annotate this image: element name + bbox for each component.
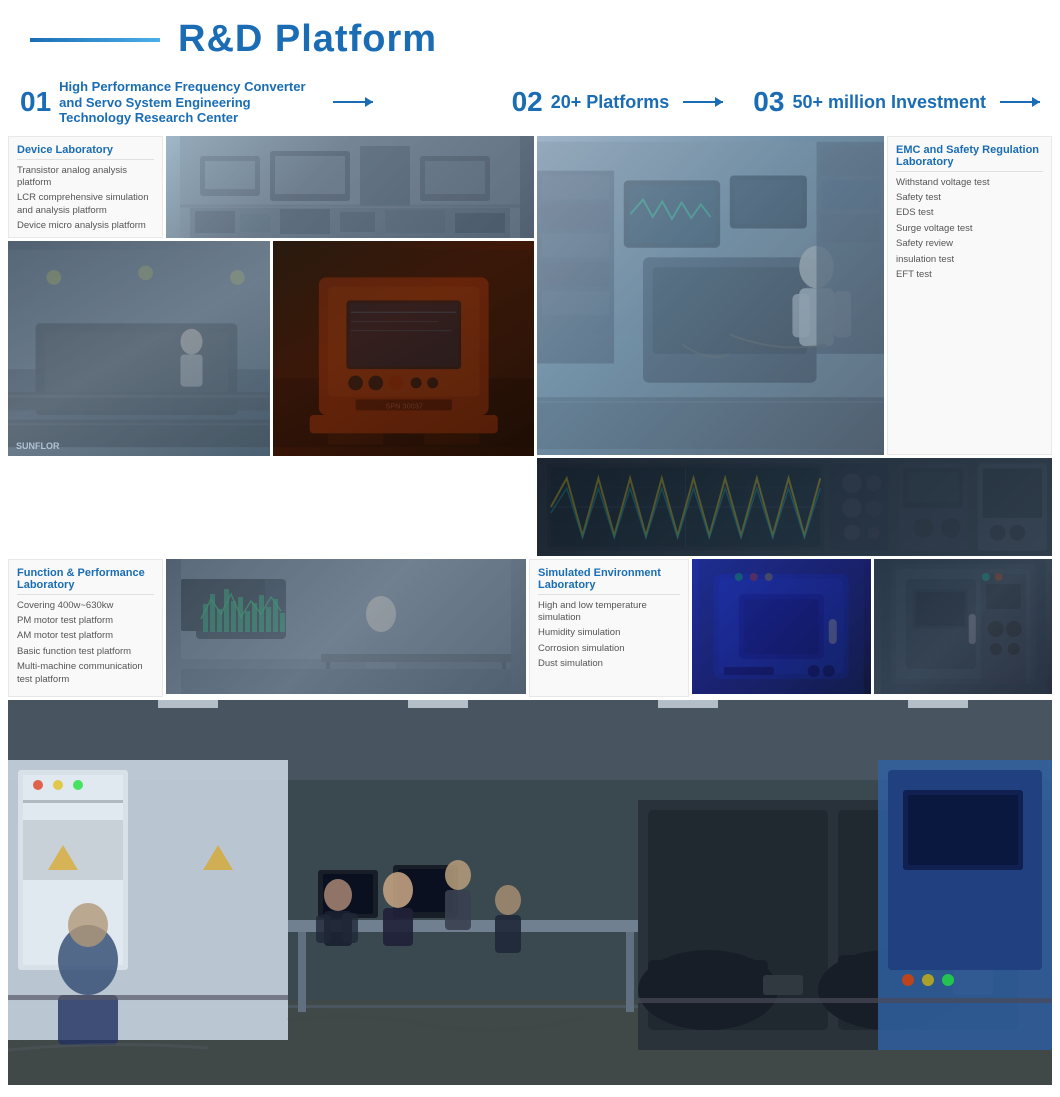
large-lab-image: [537, 136, 884, 455]
sim-lab-title: Simulated Environment Laboratory: [538, 567, 680, 595]
sim-item-2: Humidity simulation: [538, 627, 680, 639]
emc-item-2: Safety test: [896, 192, 1043, 204]
emc-lab-title: EMC and Safety Regulation Laboratory: [896, 144, 1043, 172]
section-num-1: 01: [20, 88, 51, 116]
section-label-2: 20+ Platforms: [551, 92, 670, 114]
section-num-3: 03: [753, 88, 784, 116]
device-lab-item-3: Device micro analysis platform: [17, 220, 154, 232]
sim-chamber1-svg: [692, 559, 871, 694]
oscilloscope-svg: [537, 458, 1052, 556]
machine2-svg: SPN 30037: [273, 241, 535, 456]
func-item-4: Basic function test platform: [17, 646, 154, 658]
func-lab-svg: [166, 559, 526, 694]
main-layout: Device Laboratory Transistor analog anal…: [0, 136, 1060, 1085]
func-item-1: Covering 400w~630kw: [17, 600, 154, 612]
section-top: Device Laboratory Transistor analog anal…: [8, 136, 1052, 556]
page-wrapper: R&D Platform 01 High Performance Frequen…: [0, 0, 1060, 1085]
header-line-decoration: [30, 38, 160, 42]
section-arrow-1: [333, 97, 373, 107]
oscilloscope-image: [537, 458, 1052, 556]
section-bar: 01 High Performance Frequency Converter …: [0, 71, 1060, 136]
sim-chamber1-image: [692, 559, 871, 694]
func-item-2: PM motor test platform: [17, 615, 154, 627]
func-item-3: AM motor test platform: [17, 630, 154, 642]
section-arrow-2: [683, 97, 723, 107]
func-lab-title: Function & Performance Laboratory: [17, 567, 154, 595]
func-lab-panel: Function & Performance Laboratory Coveri…: [8, 559, 163, 697]
device-lab-image: [166, 136, 534, 238]
func-lab-image: [166, 559, 526, 694]
svg-text:SPN 30037: SPN 30037: [385, 401, 422, 410]
top-left-col: Device Laboratory Transistor analog anal…: [8, 136, 534, 556]
sim-chamber2-image: [874, 559, 1053, 694]
device-lab-item-2: LCR comprehensive simulation and analysi…: [17, 192, 154, 217]
section-num-2: 02: [512, 88, 543, 116]
top-row: Device Laboratory Transistor analog anal…: [8, 136, 534, 238]
sim-chamber2-svg: [874, 559, 1053, 694]
section-item-3: 03 50+ million Investment: [753, 79, 1040, 126]
sim-item-4: Dust simulation: [538, 658, 680, 670]
sim-item-3: Corrosion simulation: [538, 643, 680, 655]
machine1-image: SUNFLOR: [8, 241, 270, 456]
sim-lab-images: [692, 559, 1052, 697]
machine1-label: SUNFLOR: [16, 441, 60, 451]
sim-item-1: High and low temperature simulation: [538, 600, 680, 625]
emc-item-7: EFT test: [896, 269, 1043, 281]
emc-item-1: Withstand voltage test: [896, 177, 1043, 189]
top-right-col: EMC and Safety Regulation Laboratory Wit…: [537, 136, 1052, 556]
device-lab-title: Device Laboratory: [17, 144, 154, 160]
emc-item-5: Safety review: [896, 238, 1043, 250]
page-title: R&D Platform: [178, 18, 437, 61]
machine-row: SUNFLOR: [8, 241, 534, 456]
device-lab-svg: [166, 136, 534, 238]
page-header: R&D Platform: [0, 0, 1060, 71]
func-item-5: Multi-machine communication test platfor…: [17, 661, 154, 686]
emc-lab-panel: EMC and Safety Regulation Laboratory Wit…: [887, 136, 1052, 455]
right-top-row: EMC and Safety Regulation Laboratory Wit…: [537, 136, 1052, 455]
machine1-svg: [8, 241, 270, 456]
section-item-2: 02 20+ Platforms: [482, 79, 754, 126]
machine2-image: SPN 30037: [273, 241, 535, 456]
emc-item-3: EDS test: [896, 207, 1043, 219]
section-arrow-3: [1000, 97, 1040, 107]
large-lab-svg: [537, 136, 884, 455]
sim-lab-panel: Simulated Environment Laboratory High an…: [529, 559, 689, 697]
bottom-lab-image: [8, 700, 1052, 1085]
section-item-1: 01 High Performance Frequency Converter …: [20, 79, 482, 126]
section-label-3: 50+ million Investment: [792, 92, 986, 114]
device-lab-panel: Device Laboratory Transistor analog anal…: [8, 136, 163, 238]
func-sim-row: Function & Performance Laboratory Coveri…: [8, 559, 1052, 697]
emc-item-4: Surge voltage test: [896, 223, 1043, 235]
emc-item-6: insulation test: [896, 254, 1043, 266]
section-label-1: High Performance Frequency Converter and…: [59, 79, 319, 126]
device-lab-item-1: Transistor analog analysis platform: [17, 165, 154, 190]
bottom-lab-svg: [8, 700, 1052, 1085]
